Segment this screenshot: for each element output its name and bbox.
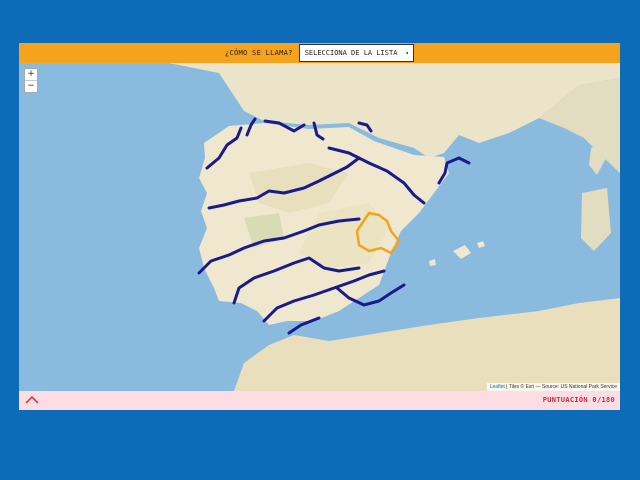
score-total: /180 bbox=[596, 396, 615, 404]
chevron-down-icon: ▾ bbox=[405, 49, 410, 57]
question-bar: ¿CÓMO SE LLAMA? SELECCIONA DE LA LISTA ▾ bbox=[19, 43, 620, 63]
zoom-in-button[interactable]: + bbox=[25, 69, 37, 80]
map-attribution: Leaflet | Tiles © Esri — Source: US Nati… bbox=[486, 383, 620, 391]
map[interactable]: + − Leaflet | Tiles © Esri — Source: US … bbox=[19, 63, 620, 391]
score-bar: PUNTUACIÓN 0/180 bbox=[19, 391, 620, 410]
answer-select-value: SELECCIONA DE LA LISTA bbox=[304, 49, 398, 57]
score-label: PUNTUACIÓN bbox=[542, 396, 588, 404]
zoom-control: + − bbox=[24, 68, 38, 93]
score-display: PUNTUACIÓN 0/180 bbox=[543, 396, 615, 404]
zoom-out-button[interactable]: − bbox=[25, 80, 37, 92]
answer-select[interactable]: SELECCIONA DE LA LISTA ▾ bbox=[298, 44, 415, 62]
map-canvas[interactable] bbox=[19, 63, 620, 391]
attribution-text: | Tiles © Esri — Source: US National Par… bbox=[504, 384, 617, 390]
game-window: ¿CÓMO SE LLAMA? SELECCIONA DE LA LISTA ▾ bbox=[19, 43, 620, 410]
leaflet-link[interactable]: Leaflet bbox=[490, 384, 505, 390]
chevron-up-icon[interactable] bbox=[25, 394, 39, 406]
question-label: ¿CÓMO SE LLAMA? bbox=[224, 49, 293, 57]
